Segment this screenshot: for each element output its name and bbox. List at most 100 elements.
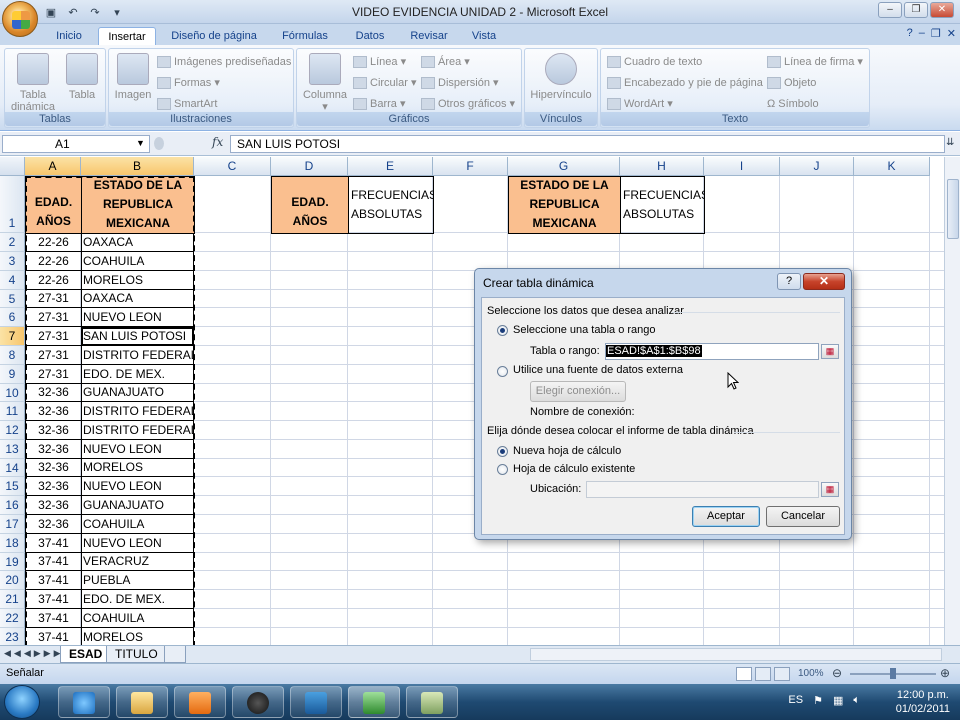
cell-age[interactable]: 27-31	[25, 327, 82, 346]
row-header[interactable]: 11	[0, 402, 25, 421]
tab-revisar[interactable]: Revisar	[402, 27, 456, 46]
column-header-k[interactable]: K	[854, 157, 930, 176]
expand-formula-icon[interactable]: ⇊	[946, 137, 954, 148]
tab-datos[interactable]: Datos	[346, 27, 394, 46]
row-header[interactable]: 13	[0, 440, 25, 459]
row-header[interactable]: 21	[0, 590, 25, 609]
zoom-slider-thumb[interactable]	[890, 668, 896, 679]
page-layout-icon[interactable]	[755, 667, 771, 681]
restore-doc-icon[interactable]: ❐	[931, 27, 941, 40]
restore-button[interactable]: ❐	[904, 2, 928, 18]
select-all-corner[interactable]	[0, 157, 25, 176]
cell-state[interactable]: EDO. DE MEX.	[81, 365, 194, 384]
cell-state[interactable]: GUANAJUATO	[81, 384, 194, 402]
row-header[interactable]: 7	[0, 327, 25, 346]
textbox-button[interactable]: Cuadro de texto	[607, 53, 702, 71]
range-collapse-icon[interactable]: ▦	[821, 344, 839, 359]
normal-view-icon[interactable]	[736, 667, 752, 681]
tab-diseno-pagina[interactable]: Diseño de página	[164, 27, 264, 46]
ie-taskbar-button[interactable]	[58, 686, 110, 718]
cell-age[interactable]: 32-36	[25, 402, 82, 421]
column-header-d[interactable]: D	[271, 157, 348, 176]
row-header[interactable]: 2	[0, 233, 25, 252]
cell-age[interactable]: 37-41	[25, 571, 82, 590]
cell-age[interactable]: 37-41	[25, 590, 82, 609]
formula-input[interactable]: SAN LUIS POTOSI	[230, 135, 945, 153]
column-header-g[interactable]: G	[508, 157, 620, 176]
cell-state[interactable]: OAXACA	[81, 290, 194, 308]
sheet-tab-esad[interactable]: ESAD	[60, 646, 112, 663]
row-header[interactable]: 20	[0, 571, 25, 590]
row-header[interactable]: 22	[0, 609, 25, 628]
column-header-c[interactable]: C	[194, 157, 271, 176]
radio-new-sheet[interactable]	[497, 446, 508, 457]
row-header[interactable]: 1	[0, 176, 25, 233]
row-header[interactable]: 3	[0, 252, 25, 271]
row-header[interactable]: 15	[0, 477, 25, 496]
cell-state[interactable]: MORELOS	[81, 628, 194, 645]
area-chart-button[interactable]: Área ▾	[421, 53, 470, 71]
cell-state[interactable]: DISTRITO FEDERAL	[81, 402, 194, 421]
radio-table-range[interactable]	[497, 325, 508, 336]
cell-age[interactable]: 37-41	[25, 553, 82, 571]
cell-age[interactable]: 32-36	[25, 515, 82, 534]
cell-state[interactable]: NUEVO LEON	[81, 308, 194, 327]
cell-age[interactable]: 32-36	[25, 459, 82, 477]
radio-existing-sheet-label[interactable]: Hoja de cálculo existente	[513, 463, 635, 475]
clock[interactable]: 12:00 p.m. 01/02/2011	[896, 688, 950, 716]
radio-new-sheet-label[interactable]: Nueva hoja de cálculo	[513, 445, 621, 457]
name-box-dropdown-icon[interactable]: ▼	[136, 138, 145, 148]
media-taskbar-button[interactable]	[174, 686, 226, 718]
close-doc-icon[interactable]: ✕	[947, 27, 956, 40]
start-button[interactable]	[4, 685, 40, 719]
sheet-nav-icons[interactable]: ◀◀◀▶▶▶	[4, 648, 64, 659]
object-button[interactable]: Objeto	[767, 74, 816, 92]
tray-volume-icon[interactable]: 🔈︎	[853, 694, 860, 707]
horizontal-scrollbar[interactable]	[530, 648, 942, 661]
line-chart-button[interactable]: Línea ▾	[353, 53, 406, 71]
cell-state[interactable]: DISTRITO FEDERAL	[81, 421, 194, 440]
close-window-button[interactable]: ✕	[930, 2, 954, 18]
app-taskbar-button[interactable]	[290, 686, 342, 718]
vertical-scrollbar[interactable]	[944, 157, 960, 645]
shapes-button[interactable]: Formas ▾	[157, 74, 220, 92]
column-header-b[interactable]: B	[81, 157, 194, 176]
column-header-i[interactable]: I	[704, 157, 780, 176]
row-header[interactable]: 23	[0, 628, 25, 645]
cell-state[interactable]: PUEBLA	[81, 571, 194, 590]
cell-state[interactable]: VERACRUZ	[81, 553, 194, 571]
column-header-a[interactable]: A	[25, 157, 81, 176]
radio-table-range-label[interactable]: Seleccione una tabla o rango	[513, 324, 656, 336]
redo-icon[interactable]: ↷	[86, 4, 104, 20]
cell-age[interactable]: 22-26	[25, 252, 82, 271]
tray-flag-icon[interactable]: ⚑	[813, 694, 823, 707]
cell-age[interactable]: 32-36	[25, 477, 82, 496]
pie-chart-button[interactable]: Circular ▾	[353, 74, 416, 92]
location-input[interactable]	[586, 481, 819, 498]
scroll-thumb[interactable]	[947, 179, 959, 239]
cell-state[interactable]: COAHUILA	[81, 252, 194, 271]
formula-splitter-icon[interactable]	[154, 137, 164, 150]
cell-age[interactable]: 27-31	[25, 346, 82, 365]
zoom-in-icon[interactable]: ⊕	[940, 666, 950, 680]
cell-age[interactable]: 37-41	[25, 534, 82, 553]
row-header[interactable]: 5	[0, 290, 25, 308]
cell-age[interactable]: 22-26	[25, 233, 82, 252]
cell-state[interactable]: MORELOS	[81, 271, 194, 290]
clipart-button[interactable]: Imágenes prediseñadas	[157, 53, 291, 71]
header-cell-d[interactable]: EDAD. AÑOS	[271, 176, 349, 234]
cell-state[interactable]: NUEVO LEON	[81, 534, 194, 553]
bar-chart-button[interactable]: Barra ▾	[353, 95, 405, 113]
row-header[interactable]: 14	[0, 459, 25, 477]
dialog-close-button[interactable]: ✕	[803, 273, 845, 290]
help-icon[interactable]: ?	[907, 27, 913, 40]
row-header[interactable]: 17	[0, 515, 25, 534]
zoom-out-icon[interactable]: ⊖	[832, 666, 842, 680]
hyperlink-button[interactable]: Hipervínculo	[527, 53, 595, 101]
header-cell-h[interactable]: FRECUENCIAS ABSOLUTAS	[620, 176, 705, 234]
cell-state[interactable]: NUEVO LEON	[81, 440, 194, 459]
row-header[interactable]: 10	[0, 384, 25, 402]
location-collapse-icon[interactable]: ▦	[821, 482, 839, 497]
smartart-button[interactable]: SmartArt	[157, 95, 217, 113]
cell-age[interactable]: 27-31	[25, 290, 82, 308]
